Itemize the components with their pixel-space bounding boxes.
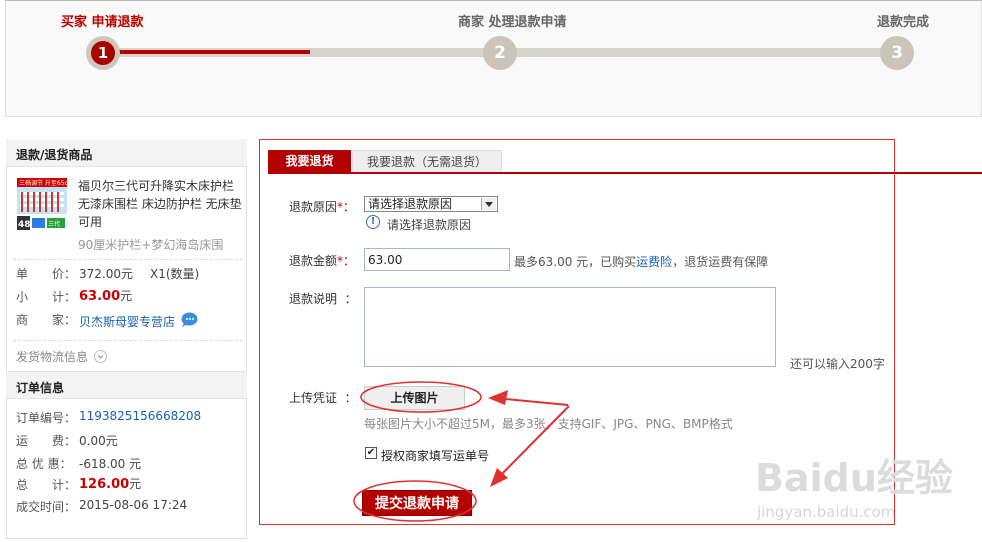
annotation-overlay [353,381,570,522]
